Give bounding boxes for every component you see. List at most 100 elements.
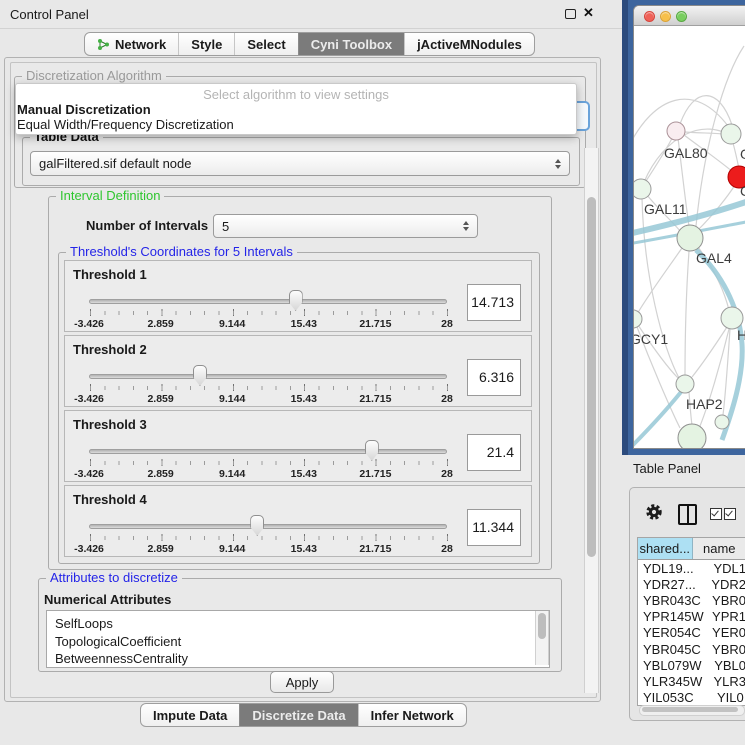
node-attribute-table: shared... name YDL19...YDL1 YDR27...YDR2… xyxy=(637,537,745,706)
cell: YBL0 xyxy=(710,658,745,673)
tab-select[interactable]: Select xyxy=(234,33,297,55)
network-window-titlebar[interactable] xyxy=(634,6,745,26)
checkbox-icon-1[interactable] xyxy=(710,508,722,520)
threshold-3-value-input[interactable]: 21.4 xyxy=(467,434,521,471)
table-horizontal-scrollbar-thumb[interactable] xyxy=(642,707,738,712)
cell: YDL1 xyxy=(709,561,745,576)
slider-track[interactable] xyxy=(89,449,447,454)
slider-thumb[interactable] xyxy=(365,440,379,461)
threshold-4-slider[interactable]: -3.426 2.859 9.144 15.43 21.715 28 xyxy=(89,512,447,554)
number-of-intervals-spinner[interactable]: 5 xyxy=(213,214,478,238)
spinner-arrows-icon xyxy=(463,221,469,231)
table-row[interactable]: YER054CYER0 xyxy=(638,625,745,641)
table-row[interactable]: YPR145WYPR1 xyxy=(638,609,745,625)
main-scrollbar-thumb[interactable] xyxy=(587,197,596,557)
network-node[interactable] xyxy=(678,424,706,448)
table-row[interactable]: YDR27...YDR2 xyxy=(638,576,745,592)
dropdown-option-equal-width[interactable]: Equal Width/Frequency Discretization xyxy=(17,117,234,132)
column-header-name[interactable]: name xyxy=(693,538,745,559)
table-data-combobox[interactable]: galFiltered.sif default node xyxy=(30,151,570,176)
network-canvas[interactable]: GAL80 GAL11 GAL4 GCY1 HAP2 GA C H xyxy=(634,26,745,448)
slider-thumb[interactable] xyxy=(250,515,264,536)
tab-jactivemnodules[interactable]: jActiveMNodules xyxy=(404,33,534,55)
tick-label: 15.43 xyxy=(291,468,317,480)
list-item-topologicalcoefficient[interactable]: TopologicalCoefficient xyxy=(47,633,549,651)
tick-label: 15.43 xyxy=(291,318,317,330)
node-label-cut-h: H xyxy=(737,327,745,343)
table-row[interactable]: YDL19...YDL1 xyxy=(638,560,745,576)
tick-label: 9.144 xyxy=(219,543,245,555)
table-row[interactable]: YLR345WYLR3 xyxy=(638,673,745,689)
table-row[interactable]: YBR045CYBR0 xyxy=(638,641,745,657)
checkbox-icon-2[interactable] xyxy=(724,508,736,520)
tab-discretize-data[interactable]: Discretize Data xyxy=(239,704,357,726)
threshold-2-slider[interactable]: -3.426 2.859 9.144 15.43 21.715 28 xyxy=(89,362,447,404)
main-scrollbar[interactable] xyxy=(584,148,599,693)
slider-thumb[interactable] xyxy=(289,290,303,311)
network-node[interactable] xyxy=(676,375,694,393)
network-node[interactable] xyxy=(634,179,651,199)
slider-track[interactable] xyxy=(89,524,447,529)
network-node[interactable] xyxy=(715,415,729,429)
node-label-gal11: GAL11 xyxy=(644,201,687,217)
network-node[interactable] xyxy=(721,124,741,144)
list-item-betweennesscentrality[interactable]: BetweennessCentrality xyxy=(47,650,549,668)
threshold-1-value-input[interactable]: 14.713 xyxy=(467,284,521,321)
tab-impute-data[interactable]: Impute Data xyxy=(141,704,239,726)
column-header-shared-name[interactable]: shared... xyxy=(638,538,693,559)
close-traffic-light[interactable] xyxy=(644,11,655,22)
zoom-traffic-light[interactable] xyxy=(676,11,687,22)
number-of-intervals-value: 5 xyxy=(222,219,463,234)
cell: YBR045C xyxy=(638,642,708,657)
gear-icon[interactable] xyxy=(645,503,663,521)
cell: YLR3 xyxy=(709,674,745,689)
tick-label: 9.144 xyxy=(219,468,245,480)
cell: YBR0 xyxy=(708,642,745,657)
minimize-traffic-light[interactable] xyxy=(660,11,671,22)
close-icon[interactable]: ✕ xyxy=(583,5,594,21)
network-node[interactable] xyxy=(721,307,743,329)
network-node[interactable] xyxy=(677,225,703,251)
attributes-list-scrollbar[interactable] xyxy=(535,611,549,665)
slider-track[interactable] xyxy=(89,299,447,304)
network-graph: GAL80 GAL11 GAL4 GCY1 HAP2 GA C H xyxy=(634,26,745,448)
tab-infer-network-label: Infer Network xyxy=(371,708,454,723)
tab-infer-network[interactable]: Infer Network xyxy=(358,704,466,726)
threshold-3-slider[interactable]: -3.426 2.859 9.144 15.43 21.715 28 xyxy=(89,437,447,479)
tab-cyni-toolbox[interactable]: Cyni Toolbox xyxy=(298,33,404,55)
columns-icon[interactable] xyxy=(678,504,697,525)
table-row[interactable]: YIL053CYIL0 xyxy=(638,690,745,703)
tick-label: 21.715 xyxy=(359,543,391,555)
cell: YLR345W xyxy=(638,674,709,689)
algorithm-dropdown-popup: Select algorithm to view settings Manual… xyxy=(15,83,577,135)
threshold-2-value-input[interactable]: 6.316 xyxy=(467,359,521,396)
threshold-1-slider[interactable]: -3.426 2.859 9.144 15.43 21.715 28 xyxy=(89,287,447,329)
dropdown-option-manual[interactable]: Manual Discretization xyxy=(17,102,151,117)
tick-label: 9.144 xyxy=(219,393,245,405)
tab-network[interactable]: Network xyxy=(85,33,178,55)
slider-track[interactable] xyxy=(89,374,447,379)
float-window-icon[interactable] xyxy=(565,9,576,19)
slider-thumb[interactable] xyxy=(193,365,207,386)
threshold-2-label: Threshold 2 xyxy=(73,342,147,357)
tick-label: 21.715 xyxy=(359,393,391,405)
slider-minor-ticks xyxy=(90,461,448,465)
node-label-cut-c: C xyxy=(740,183,745,199)
apply-button[interactable]: Apply xyxy=(270,671,334,693)
attributes-list-scrollbar-thumb[interactable] xyxy=(538,613,546,639)
table-row[interactable]: YBR043CYBR0 xyxy=(638,592,745,608)
table-horizontal-scrollbar[interactable] xyxy=(639,705,745,716)
combo-arrows-icon xyxy=(555,159,561,169)
table-row[interactable]: YBL079WYBL0 xyxy=(638,657,745,673)
cell: YER054C xyxy=(638,625,708,640)
table-data-combobox-value: galFiltered.sif default node xyxy=(39,156,555,171)
tab-style[interactable]: Style xyxy=(178,33,234,55)
network-icon xyxy=(97,38,110,51)
slider-minor-ticks xyxy=(90,536,448,540)
tab-discretize-data-label: Discretize Data xyxy=(252,708,345,723)
network-node[interactable] xyxy=(634,310,642,328)
threshold-4-value-input[interactable]: 11.344 xyxy=(467,509,521,546)
network-node[interactable] xyxy=(667,122,685,140)
tick-label: 15.43 xyxy=(291,543,317,555)
list-item-selfloops[interactable]: SelfLoops xyxy=(47,615,549,633)
